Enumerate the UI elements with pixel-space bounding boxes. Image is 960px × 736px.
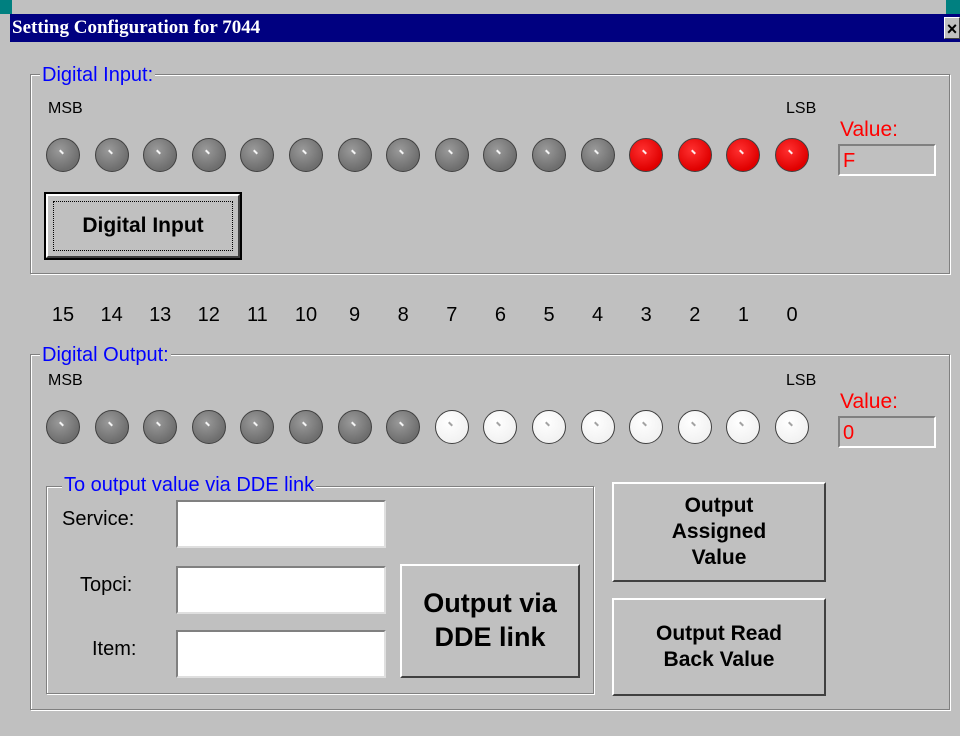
bit-number-label: 10 (294, 304, 318, 326)
output-via-dde-label-1: Output via (423, 588, 557, 619)
topic-input[interactable] (176, 566, 386, 614)
output-via-dde-button[interactable]: Output via DDE link (400, 564, 580, 678)
output-read-back-label-1: Output Read (656, 621, 782, 645)
digital-output-led-bit-5[interactable] (532, 410, 566, 444)
background-menubar-fragment (0, 0, 960, 14)
dde-group-label: To output value via DDE link (62, 474, 317, 496)
digital-input-lsb-label: LSB (786, 100, 817, 117)
bit-number-label: 15 (51, 304, 75, 326)
window-title: Setting Configuration for 7044 (12, 17, 261, 38)
digital-output-group-label: Digital Output: (40, 344, 171, 366)
output-assigned-value-button[interactable]: Output Assigned Value (612, 482, 826, 582)
bit-number-label: 13 (149, 304, 172, 326)
close-button[interactable]: × (944, 17, 960, 39)
digital-input-group-label: Digital Input: (40, 64, 156, 86)
item-input[interactable] (176, 630, 386, 678)
digital-output-led-bit-9[interactable] (337, 410, 372, 444)
digital-output-led-bit-2[interactable] (677, 410, 712, 444)
digital-output-led-bit-7[interactable] (434, 410, 469, 444)
bit-number-label: 11 (247, 304, 268, 326)
bit-number-label: 14 (100, 304, 123, 326)
output-read-back-label-2: Back Value (663, 648, 775, 671)
digital-output-led-bit-8[interactable] (386, 410, 421, 444)
topic-label: Topci: (80, 574, 133, 596)
config-dialog: Setting Configuration for 7044 × Digital… (10, 14, 960, 736)
digital-input-led-bit-9[interactable] (337, 138, 372, 172)
output-assigned-label-1: Output (684, 493, 754, 517)
digital-input-led-bit-15[interactable] (46, 138, 80, 172)
bit-number-label: 8 (397, 304, 409, 326)
digital-input-led-bit-10[interactable] (289, 138, 323, 172)
digital-output-led-bit-12[interactable] (191, 410, 226, 444)
digital-output-led-bit-13[interactable] (143, 410, 178, 444)
digital-input-value-label: Value: (840, 118, 898, 141)
close-icon: × (946, 19, 958, 39)
bit-number-label: 9 (349, 304, 361, 326)
digital-output-led-bit-4[interactable] (580, 410, 615, 444)
background-window-edge-right (946, 0, 960, 14)
bit-number-label: 3 (640, 304, 652, 326)
digital-output-msb-label: MSB (48, 372, 83, 389)
digital-output-led-bit-3[interactable] (629, 410, 664, 444)
digital-output-led-bit-0[interactable] (775, 410, 809, 444)
title-bar: Setting Configuration for 7044 × (10, 14, 960, 42)
digital-input-value-display: F (838, 144, 936, 176)
output-assigned-label-2: Assigned (671, 519, 767, 543)
digital-output-led-bit-10[interactable] (289, 410, 323, 444)
bit-number-label: 7 (446, 304, 458, 326)
digital-output-led-bit-15[interactable] (46, 410, 80, 444)
focus-rectangle (53, 201, 233, 251)
digital-input-led-bit-0[interactable] (775, 138, 809, 172)
digital-input-led-bit-8[interactable] (386, 138, 421, 172)
item-label: Item: (92, 638, 137, 660)
bit-number-label: 1 (737, 304, 749, 326)
digital-input-led-bit-7[interactable] (434, 138, 469, 172)
service-label: Service: (62, 508, 135, 530)
digital-output-lsb-label: LSB (786, 372, 817, 389)
background-window-edge (0, 0, 12, 14)
digital-output-led-bit-14[interactable] (94, 410, 129, 444)
digital-input-led-bit-14[interactable] (94, 138, 129, 172)
digital-input-led-bit-2[interactable] (677, 138, 712, 172)
bit-number-label: 6 (494, 304, 506, 326)
output-read-back-value-button[interactable]: Output Read Back Value (612, 598, 826, 696)
output-assigned-label-3: Value (691, 546, 747, 570)
output-via-dde-label-2: DDE link (434, 622, 546, 652)
digital-input-msb-label: MSB (48, 100, 83, 117)
bit-number-label: 0 (786, 304, 798, 326)
digital-input-led-bit-12[interactable] (191, 138, 226, 172)
service-input[interactable] (176, 500, 386, 548)
bit-number-label: 5 (543, 304, 555, 326)
digital-output-value-label: Value: (840, 390, 898, 413)
digital-input-led-bit-13[interactable] (143, 138, 178, 172)
bit-number-label: 2 (689, 304, 701, 326)
digital-input-led-bit-5[interactable] (532, 138, 566, 172)
bit-number-label: 12 (197, 304, 220, 326)
digital-input-led-bit-4[interactable] (580, 138, 615, 172)
digital-input-led-bit-3[interactable] (629, 138, 664, 172)
bit-number-label: 4 (592, 304, 604, 326)
digital-input-button[interactable]: Digital Input (44, 192, 242, 260)
digital-output-value-display: 0 (838, 416, 936, 448)
